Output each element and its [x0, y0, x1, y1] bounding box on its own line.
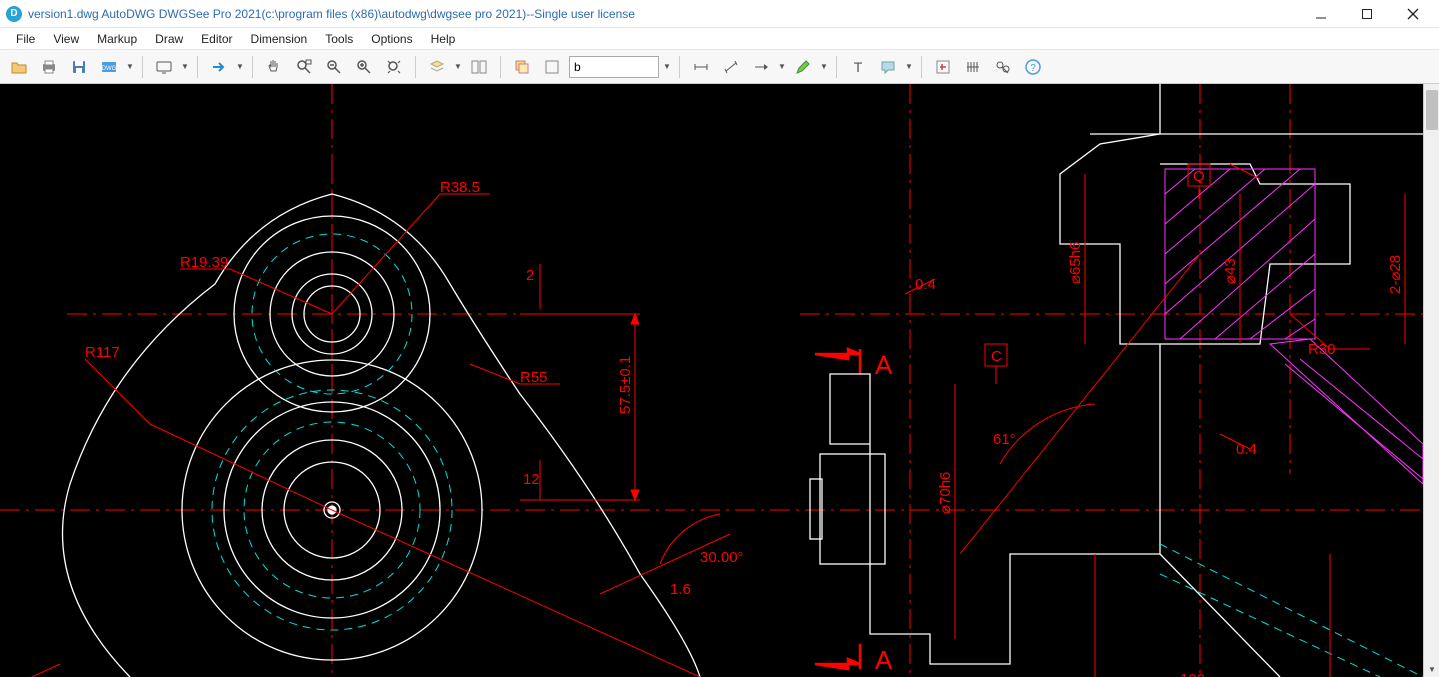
dim-r117: R117 [85, 344, 120, 361]
menu-draw[interactable]: Draw [147, 30, 191, 48]
forward-dropdown[interactable]: ▼ [236, 54, 244, 80]
help-button[interactable]: ? [1020, 54, 1046, 80]
menu-file[interactable]: File [8, 30, 43, 48]
dim-dia70: ⌀70h6 [937, 472, 954, 514]
dim-linear-button[interactable] [688, 54, 714, 80]
surf-1-6: 1.6 [670, 581, 691, 598]
find-button[interactable] [990, 54, 1016, 80]
save-button[interactable] [66, 54, 92, 80]
dim-dia65: ⌀65h6 [1067, 242, 1084, 284]
svg-text:?: ? [1030, 63, 1036, 74]
window-buttons [1307, 4, 1427, 24]
menu-dimension[interactable]: Dimension [243, 30, 316, 48]
display-dropdown[interactable]: ▼ [181, 54, 189, 80]
display-button[interactable] [151, 54, 177, 80]
window-title: version1.dwg AutoDWG DWGSee Pro 2021(c:\… [28, 7, 1307, 21]
comment-dropdown[interactable]: ▼ [905, 54, 913, 80]
menubar: File View Markup Draw Editor Dimension T… [0, 28, 1439, 50]
dim-r55: R55 [520, 369, 548, 386]
toolbar-sep [197, 56, 198, 78]
toolbar-sep [836, 56, 837, 78]
dim-r30: R30 [1308, 341, 1336, 358]
menu-help[interactable]: Help [423, 30, 464, 48]
dim-r38-5: R38.5 [440, 179, 480, 196]
scroll-down-button[interactable]: ▼ [1424, 661, 1439, 677]
section-a-bottom: A [875, 645, 893, 675]
titlebar: D version1.dwg AutoDWG DWGSee Pro 2021(c… [0, 0, 1439, 28]
toolbar-sep [679, 56, 680, 78]
toolbar-sep [142, 56, 143, 78]
svg-text:DWG: DWG [102, 66, 117, 72]
surf-0-4b: 0.4 [1236, 441, 1257, 458]
toolbar-sep [415, 56, 416, 78]
dim-30deg: 30.00° [700, 549, 744, 566]
toolbar-sep [921, 56, 922, 78]
drawing-canvas[interactable]: R38.5 R19.39 R117 R55 2 12 57.5±0.1 30.0… [0, 84, 1439, 677]
convert-button[interactable]: DWG [96, 54, 122, 80]
layer-state-button[interactable] [539, 54, 565, 80]
dim-arrow-button[interactable] [748, 54, 774, 80]
dim-dropdown[interactable]: ▼ [778, 54, 786, 80]
vertical-scrollbar[interactable]: ▲ ▼ [1423, 84, 1439, 677]
menu-tools[interactable]: Tools [317, 30, 361, 48]
count-button[interactable] [960, 54, 986, 80]
minimize-button[interactable] [1307, 4, 1335, 24]
menu-markup[interactable]: Markup [89, 30, 145, 48]
dim-dia43: ⌀43 [1222, 258, 1239, 284]
convert-dropdown[interactable]: ▼ [126, 54, 134, 80]
maximize-button[interactable] [1353, 4, 1381, 24]
layers-button[interactable] [509, 54, 535, 80]
dim-r19-39: R19.39 [180, 254, 228, 271]
insert-button[interactable] [930, 54, 956, 80]
forward-button[interactable] [206, 54, 232, 80]
zoom-extents-button[interactable] [381, 54, 407, 80]
layer-dropdown[interactable]: ▼ [663, 54, 671, 80]
toolbar: DWG ▼ ▼ ▼ ▼ ▼ ▼ ▼ T ▼ ? [0, 50, 1439, 84]
menu-editor[interactable]: Editor [193, 30, 240, 48]
dim-2dia28: 2-⌀28 [1387, 255, 1404, 294]
surf-0-4: 0.4 [915, 276, 936, 293]
open-button[interactable] [6, 54, 32, 80]
zoom-in-button[interactable] [351, 54, 377, 80]
scroll-thumb[interactable] [1426, 90, 1438, 130]
close-button[interactable] [1399, 4, 1427, 24]
menu-view[interactable]: View [45, 30, 87, 48]
dim-12: 12 [523, 471, 540, 488]
zoom-out-button[interactable] [321, 54, 347, 80]
dim-100: 100 [1180, 671, 1205, 677]
dim-57-5: 57.5±0.1 [617, 356, 634, 414]
print-button[interactable] [36, 54, 62, 80]
menu-options[interactable]: Options [363, 30, 420, 48]
svg-text:T: T [854, 59, 863, 75]
markup-pen-button[interactable] [790, 54, 816, 80]
zoom-window-button[interactable] [291, 54, 317, 80]
dim-2: 2 [526, 267, 534, 284]
layer-input[interactable] [569, 56, 659, 78]
pan-button[interactable] [261, 54, 287, 80]
datum-q: Q [1193, 168, 1205, 185]
layer-prop-button[interactable] [424, 54, 450, 80]
comment-button[interactable] [875, 54, 901, 80]
toolbar-sep [500, 56, 501, 78]
section-a-top: A [875, 350, 893, 380]
toolbar-sep [252, 56, 253, 78]
app-icon: D [6, 6, 22, 22]
text-button[interactable]: T [845, 54, 871, 80]
datum-c: C [991, 348, 1002, 365]
dim-61deg: 61° [993, 431, 1016, 448]
layer-prop-dropdown[interactable]: ▼ [454, 54, 462, 80]
markup-pen-dropdown[interactable]: ▼ [820, 54, 828, 80]
dim-aligned-button[interactable] [718, 54, 744, 80]
layout-button[interactable] [466, 54, 492, 80]
